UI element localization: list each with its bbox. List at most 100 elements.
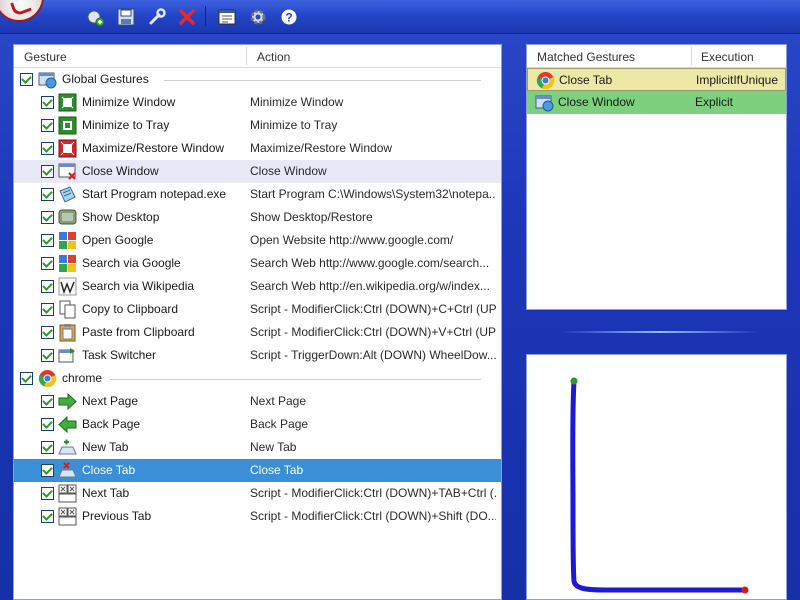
- chrome-icon: [536, 71, 555, 90]
- maximize-icon: [58, 139, 77, 158]
- close-window-icon: [58, 162, 77, 181]
- gesture-row[interactable]: Back Page Back Page: [14, 413, 501, 436]
- gesture-row[interactable]: Open Google Open Website http://www.goog…: [14, 229, 501, 252]
- gesture-name: Back Page: [82, 417, 141, 431]
- notepad-icon: [58, 185, 77, 204]
- gesture-action: Back Page: [250, 417, 309, 431]
- minimize-tray-icon: [58, 116, 77, 135]
- gesture-name: Previous Tab: [82, 509, 152, 523]
- save-icon[interactable]: [115, 6, 137, 28]
- gesture-action: Close Window: [250, 164, 327, 178]
- column-header-action[interactable]: Action: [257, 50, 290, 64]
- gesture-checkbox[interactable]: [41, 395, 54, 408]
- previous-tab-icon: [58, 507, 77, 526]
- gesture-row[interactable]: Minimize Window Minimize Window: [14, 91, 501, 114]
- gesture-checkbox[interactable]: [41, 464, 54, 477]
- gesture-stroke-drawing: [570, 377, 749, 594]
- stroke-start-point: [570, 377, 578, 385]
- gesture-checkbox[interactable]: [41, 211, 54, 224]
- group-row-global-gestures[interactable]: Global Gestures: [14, 68, 501, 91]
- stroke-end-point: [741, 586, 749, 594]
- gesture-name: Search via Wikipedia: [82, 279, 195, 293]
- column-header-matched[interactable]: Matched Gestures: [537, 50, 635, 64]
- gesture-name: Close Tab: [82, 463, 136, 477]
- gesture-checkbox[interactable]: [41, 349, 54, 362]
- app-logo: [0, 0, 44, 22]
- group-row-chrome[interactable]: chrome: [14, 367, 501, 390]
- gesture-row[interactable]: Show Desktop Show Desktop/Restore: [14, 206, 501, 229]
- gesture-name: New Tab: [82, 440, 129, 454]
- paste-icon: [58, 323, 77, 342]
- matched-execution: ImplicitIfUnique: [696, 73, 779, 87]
- gesture-action: Search Web http://en.wikipedia.org/w/ind…: [250, 279, 490, 293]
- matched-header: Matched Gestures Execution: [527, 45, 786, 68]
- gesture-checkbox[interactable]: [41, 280, 54, 293]
- gesture-canvas[interactable]: [526, 354, 787, 600]
- gesture-action: Next Page: [250, 394, 307, 408]
- gesture-row[interactable]: Search via Google Search Web http://www.…: [14, 252, 501, 275]
- gesture-name: Maximize/Restore Window: [82, 141, 225, 155]
- gear-icon[interactable]: [247, 6, 269, 28]
- gesture-checkbox[interactable]: [41, 188, 54, 201]
- gesture-action: Script - ModifierClick:Ctrl (DOWN)+TAB+C…: [250, 486, 496, 500]
- gesture-row[interactable]: Maximize/Restore Window Maximize/Restore…: [14, 137, 501, 160]
- wikipedia-icon: [58, 277, 77, 296]
- gesture-row[interactable]: Start Program notepad.exe Start Program …: [14, 183, 501, 206]
- gesture-row[interactable]: Previous Tab Script - ModifierClick:Ctrl…: [14, 505, 501, 528]
- gesture-name: Next Tab: [82, 486, 130, 500]
- gesture-checkbox[interactable]: [41, 234, 54, 247]
- gesture-row[interactable]: Paste from Clipboard Script - ModifierCl…: [14, 321, 501, 344]
- gesture-action: Start Program C:\Windows\System32\notepa…: [250, 187, 496, 201]
- gesture-action: Script - ModifierClick:Ctrl (DOWN)+V+Ctr…: [250, 325, 496, 339]
- matched-execution: Explicit: [695, 95, 734, 109]
- gesture-row[interactable]: Minimize to Tray Minimize to Tray: [14, 114, 501, 137]
- gesture-checkbox[interactable]: [41, 441, 54, 454]
- matched-row-close-tab[interactable]: Close Tab ImplicitIfUnique: [527, 68, 786, 91]
- column-header-gesture[interactable]: Gesture: [24, 50, 67, 64]
- delete-icon[interactable]: [176, 6, 198, 28]
- help-icon[interactable]: ?: [278, 6, 300, 28]
- matched-row-close-window[interactable]: Close Window Explicit: [527, 91, 786, 114]
- column-header-execution[interactable]: Execution: [701, 50, 754, 64]
- panel-divider[interactable]: [560, 331, 760, 333]
- gesture-row-hovered[interactable]: Close Window Close Window: [14, 160, 501, 183]
- gesture-row[interactable]: Next Page Next Page: [14, 390, 501, 413]
- window-icon[interactable]: [216, 6, 238, 28]
- matched-name: Close Tab: [559, 73, 613, 87]
- gesture-list-panel: Gesture Action Global Gestures Minimize …: [13, 44, 502, 600]
- gesture-checkbox[interactable]: [41, 96, 54, 109]
- gesture-checkbox[interactable]: [41, 165, 54, 178]
- group-name: Global Gestures: [62, 72, 149, 86]
- gesture-checkbox[interactable]: [41, 119, 54, 132]
- gesture-row[interactable]: Next Tab Script - ModifierClick:Ctrl (DO…: [14, 482, 501, 505]
- gesture-action: Search Web http://www.google.com/search.…: [250, 256, 490, 270]
- arrow-right-icon: [58, 392, 77, 411]
- gesture-checkbox[interactable]: [41, 487, 54, 500]
- gesture-checkbox[interactable]: [41, 418, 54, 431]
- gesture-checkbox[interactable]: [41, 257, 54, 270]
- desktop-icon: [58, 208, 77, 227]
- gesture-row[interactable]: Search via Wikipedia Search Web http://e…: [14, 275, 501, 298]
- gesture-list-header: Gesture Action: [14, 45, 501, 68]
- gesture-row[interactable]: Copy to Clipboard Script - ModifierClick…: [14, 298, 501, 321]
- toolbar: ?: [0, 0, 800, 34]
- group-name: chrome: [62, 371, 103, 385]
- gesture-checkbox[interactable]: [41, 326, 54, 339]
- wrench-icon[interactable]: [146, 6, 168, 28]
- gesture-row[interactable]: Task Switcher Script - TriggerDown:Alt (…: [14, 344, 501, 367]
- gesture-checkbox[interactable]: [41, 510, 54, 523]
- next-tab-icon: [58, 484, 77, 503]
- gesture-name: Next Page: [82, 394, 139, 408]
- gesture-name: Close Window: [82, 164, 159, 178]
- add-gesture-icon[interactable]: [84, 6, 106, 28]
- gesture-name: Minimize Window: [82, 95, 176, 109]
- gesture-checkbox[interactable]: [41, 303, 54, 316]
- matched-name: Close Window: [558, 95, 635, 109]
- group-checkbox[interactable]: [20, 372, 33, 385]
- gesture-checkbox[interactable]: [41, 142, 54, 155]
- gesture-row-selected[interactable]: Close Tab Close Tab: [14, 459, 501, 482]
- gesture-row[interactable]: New Tab New Tab: [14, 436, 501, 459]
- gesture-action: Script - ModifierClick:Ctrl (DOWN)+Shift…: [250, 509, 496, 523]
- close-tab-icon: [58, 461, 77, 480]
- group-checkbox[interactable]: [20, 73, 33, 86]
